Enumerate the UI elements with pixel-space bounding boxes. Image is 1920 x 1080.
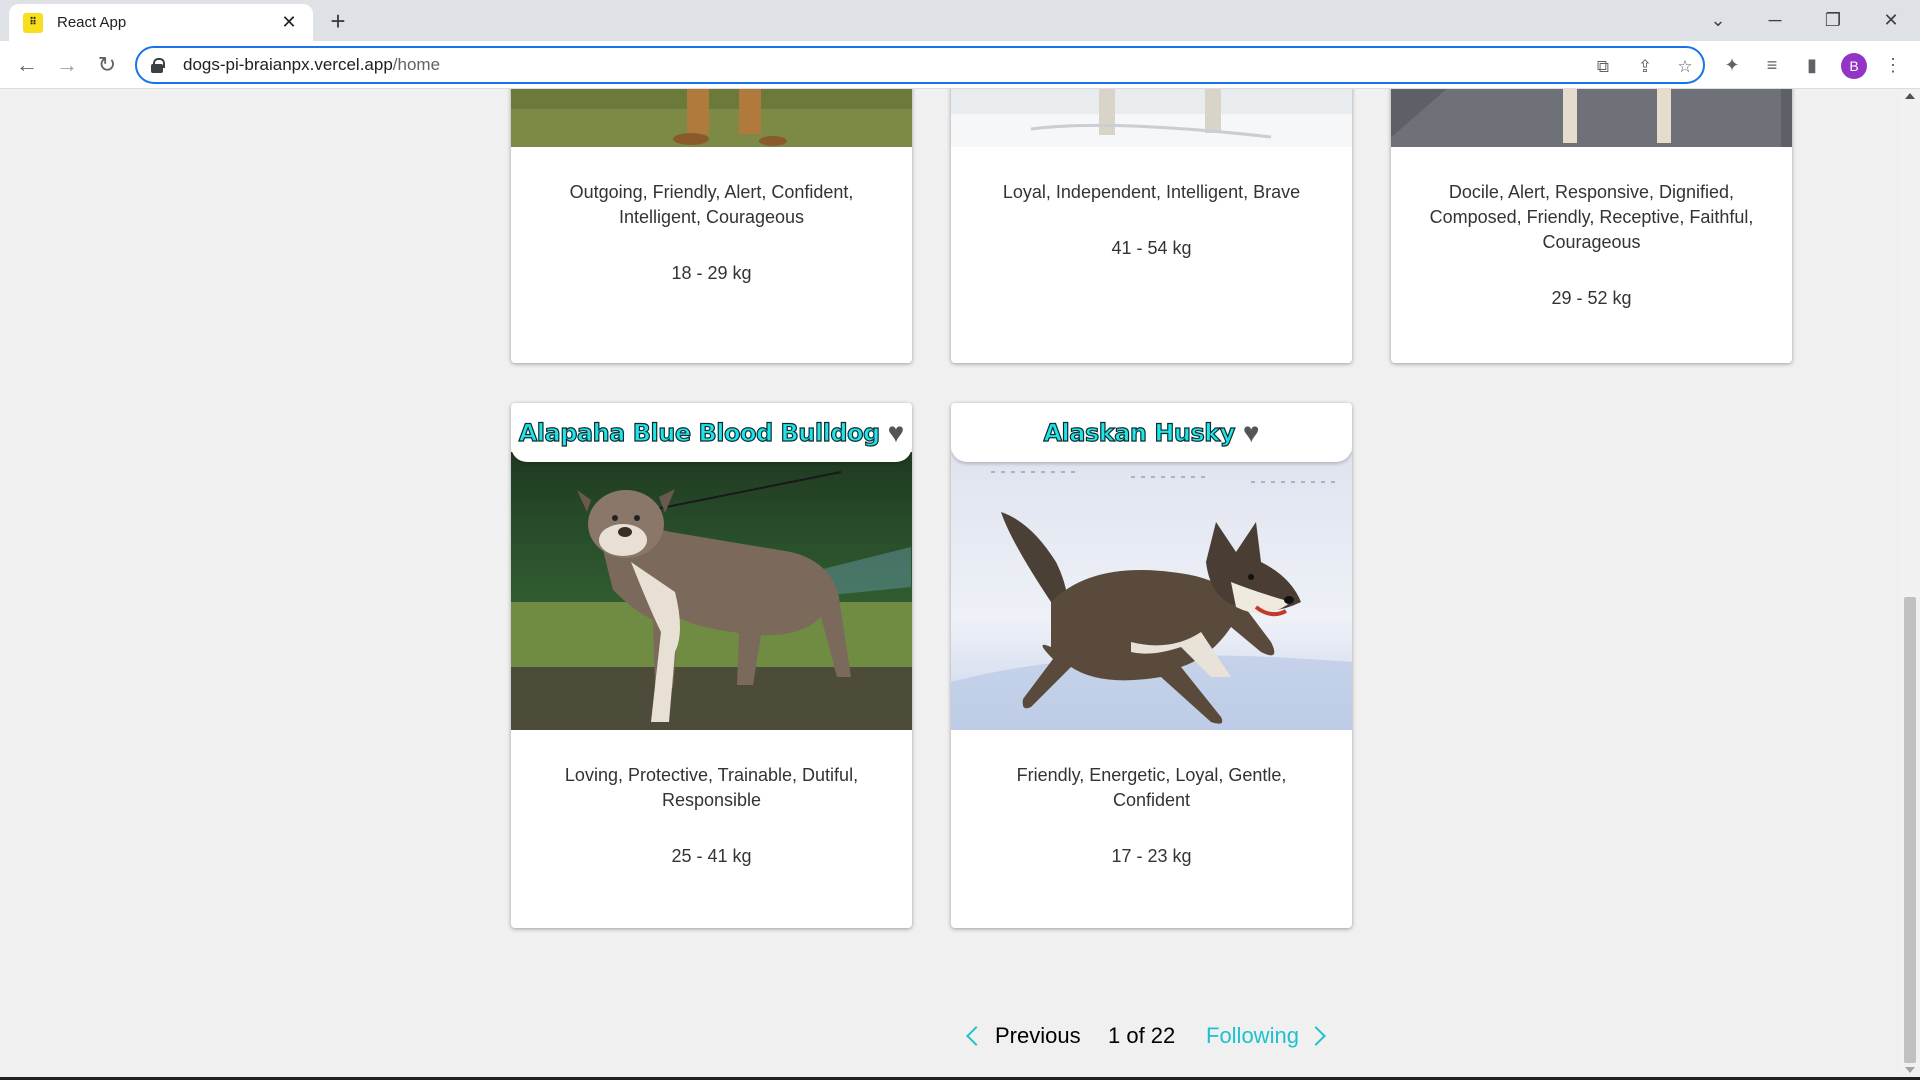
side-panel-icon[interactable]: ▮ bbox=[1798, 51, 1826, 79]
browser-toolbar: ← → ↻ dogs-pi-braianpx.vercel.app/home ⧉… bbox=[0, 41, 1920, 89]
browser-tab[interactable]: ⠿ React App ✕ bbox=[9, 4, 313, 41]
dog-card-header: Alapaha Blue Blood Bulldog ♥ bbox=[511, 403, 912, 462]
dog-photo bbox=[951, 89, 1352, 147]
url-path: /home bbox=[392, 55, 441, 74]
chevron-left-icon bbox=[966, 1026, 986, 1046]
dog-temperament: Docile, Alert, Responsive, Dignified, Co… bbox=[1429, 182, 1754, 252]
dog-temperament: Loyal, Independent, Intelligent, Brave bbox=[1002, 182, 1301, 202]
translate-icon[interactable]: ⧉ bbox=[1591, 55, 1615, 79]
dog-card[interactable]: Docile, Alert, Responsive, Dignified, Co… bbox=[1391, 89, 1792, 363]
dog-card[interactable]: Loyal, Independent, Intelligent, Brave 4… bbox=[951, 89, 1352, 363]
bookmark-star-icon[interactable]: ☆ bbox=[1673, 55, 1697, 79]
window-close-icon[interactable]: ✕ bbox=[1871, 6, 1911, 34]
dog-card[interactable]: Alaskan Husky ♥ Friendly, Energetic, Loy… bbox=[951, 403, 1352, 928]
kebab-menu-icon[interactable]: ⋮ bbox=[1879, 51, 1907, 79]
dog-photo bbox=[511, 89, 912, 147]
dog-weight: 41 - 54 kg bbox=[1111, 238, 1192, 258]
tab-search-chevron-icon[interactable]: ⌄ bbox=[1698, 6, 1738, 34]
dog-photo bbox=[951, 452, 1352, 730]
favorite-heart-icon[interactable]: ♥ bbox=[888, 418, 905, 447]
tab-title: React App bbox=[57, 14, 127, 31]
new-tab-button[interactable]: + bbox=[324, 8, 352, 36]
dog-temperament: Loving, Protective, Trainable, Dutiful, … bbox=[564, 765, 859, 810]
dog-photo bbox=[1391, 89, 1792, 147]
previous-label: Previous bbox=[995, 1023, 1081, 1048]
minimize-icon[interactable]: ─ bbox=[1755, 6, 1795, 34]
share-icon[interactable]: ⇪ bbox=[1633, 55, 1657, 79]
dog-weight: 17 - 23 kg bbox=[1111, 846, 1192, 866]
dog-card[interactable]: Outgoing, Friendly, Alert, Confident, In… bbox=[511, 89, 912, 363]
next-page-button[interactable]: Following bbox=[1206, 1018, 1326, 1054]
previous-page-button[interactable]: Previous bbox=[963, 1018, 1081, 1054]
following-label: Following bbox=[1206, 1023, 1299, 1048]
restore-icon[interactable]: ❐ bbox=[1813, 6, 1853, 34]
close-tab-icon[interactable]: ✕ bbox=[279, 12, 299, 33]
scroll-down-arrow-icon[interactable] bbox=[1905, 1067, 1915, 1073]
back-arrow-icon[interactable]: ← bbox=[13, 51, 41, 79]
profile-avatar[interactable]: B bbox=[1841, 53, 1867, 79]
extensions-puzzle-icon[interactable]: ✦ bbox=[1718, 51, 1746, 79]
favorite-heart-icon[interactable]: ♥ bbox=[1243, 418, 1260, 447]
dog-name[interactable]: Alaskan Husky bbox=[1043, 418, 1236, 447]
chevron-right-icon bbox=[1306, 1026, 1326, 1046]
dog-card-header: Alaskan Husky ♥ bbox=[951, 403, 1352, 462]
tab-strip: ⠿ React App ✕ + ⌄ ─ ❐ ✕ bbox=[0, 0, 1920, 41]
page-indicator: 1 of 22 bbox=[1108, 1023, 1176, 1048]
media-queue-icon[interactable]: ≡ bbox=[1758, 51, 1786, 79]
dog-weight: 18 - 29 kg bbox=[671, 263, 752, 283]
reload-icon[interactable]: ↻ bbox=[93, 51, 121, 79]
dog-weight: 25 - 41 kg bbox=[671, 846, 752, 866]
dog-card[interactable]: Alapaha Blue Blood Bulldog ♥ Loving, Pro… bbox=[511, 403, 912, 928]
dog-temperament: Friendly, Energetic, Loyal, Gentle, Conf… bbox=[1016, 765, 1287, 810]
dog-weight: 29 - 52 kg bbox=[1551, 288, 1632, 308]
forward-arrow-icon[interactable]: → bbox=[53, 51, 81, 79]
lock-icon[interactable] bbox=[151, 58, 165, 73]
page-viewport: Outgoing, Friendly, Alert, Confident, In… bbox=[0, 89, 1900, 1077]
dog-temperament: Outgoing, Friendly, Alert, Confident, In… bbox=[569, 182, 854, 227]
scrollbar-thumb[interactable] bbox=[1904, 597, 1916, 1063]
url-host: dogs-pi-braianpx.vercel.app bbox=[183, 55, 393, 74]
dog-photo bbox=[511, 452, 912, 730]
address-bar[interactable]: dogs-pi-braianpx.vercel.app/home ⧉ ⇪ ☆ bbox=[135, 46, 1705, 84]
react-app-favicon-icon: ⠿ bbox=[23, 12, 43, 33]
dog-name[interactable]: Alapaha Blue Blood Bulldog bbox=[518, 418, 881, 447]
page-scrollbar[interactable] bbox=[1900, 89, 1920, 1077]
scroll-up-arrow-icon[interactable] bbox=[1905, 93, 1915, 99]
